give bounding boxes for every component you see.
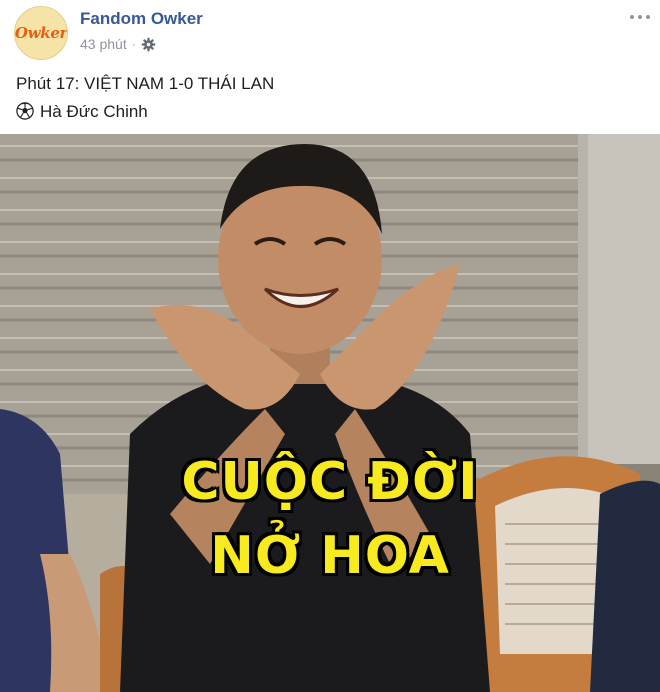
meta-separator: · — [131, 37, 136, 51]
post-photo[interactable]: CUỘC ĐỜI NỞ HOA — [0, 134, 660, 692]
avatar-logo-text: Owker — [14, 24, 68, 42]
post-caption: Phút 17: VIỆT NAM 1-0 THÁI LAN Hà Đức Ch… — [16, 70, 274, 126]
meme-caption-line2: NỞ HOA — [210, 526, 450, 586]
meme-caption-line1: CUỘC ĐỜI — [181, 452, 479, 512]
gear-icon[interactable] — [141, 37, 156, 52]
scorer-name: Hà Đức Chinh — [40, 102, 148, 121]
caption-line-scorer: Hà Đức Chinh — [16, 98, 274, 126]
photo-illustration — [0, 134, 660, 692]
post-timestamp[interactable]: 43 phút — [80, 36, 127, 52]
caption-line-score: Phút 17: VIỆT NAM 1-0 THÁI LAN — [16, 74, 275, 93]
more-options-icon[interactable] — [630, 12, 650, 22]
post-meta: 43 phút · — [80, 36, 156, 52]
post-header: Owker Fandom Owker 43 phút · — [0, 0, 660, 62]
facebook-post: Owker Fandom Owker 43 phút · Phút 17: VI… — [0, 0, 660, 692]
soccer-ball-icon — [16, 101, 34, 120]
avatar[interactable]: Owker — [14, 6, 68, 60]
page-name-link[interactable]: Fandom Owker — [80, 9, 203, 29]
